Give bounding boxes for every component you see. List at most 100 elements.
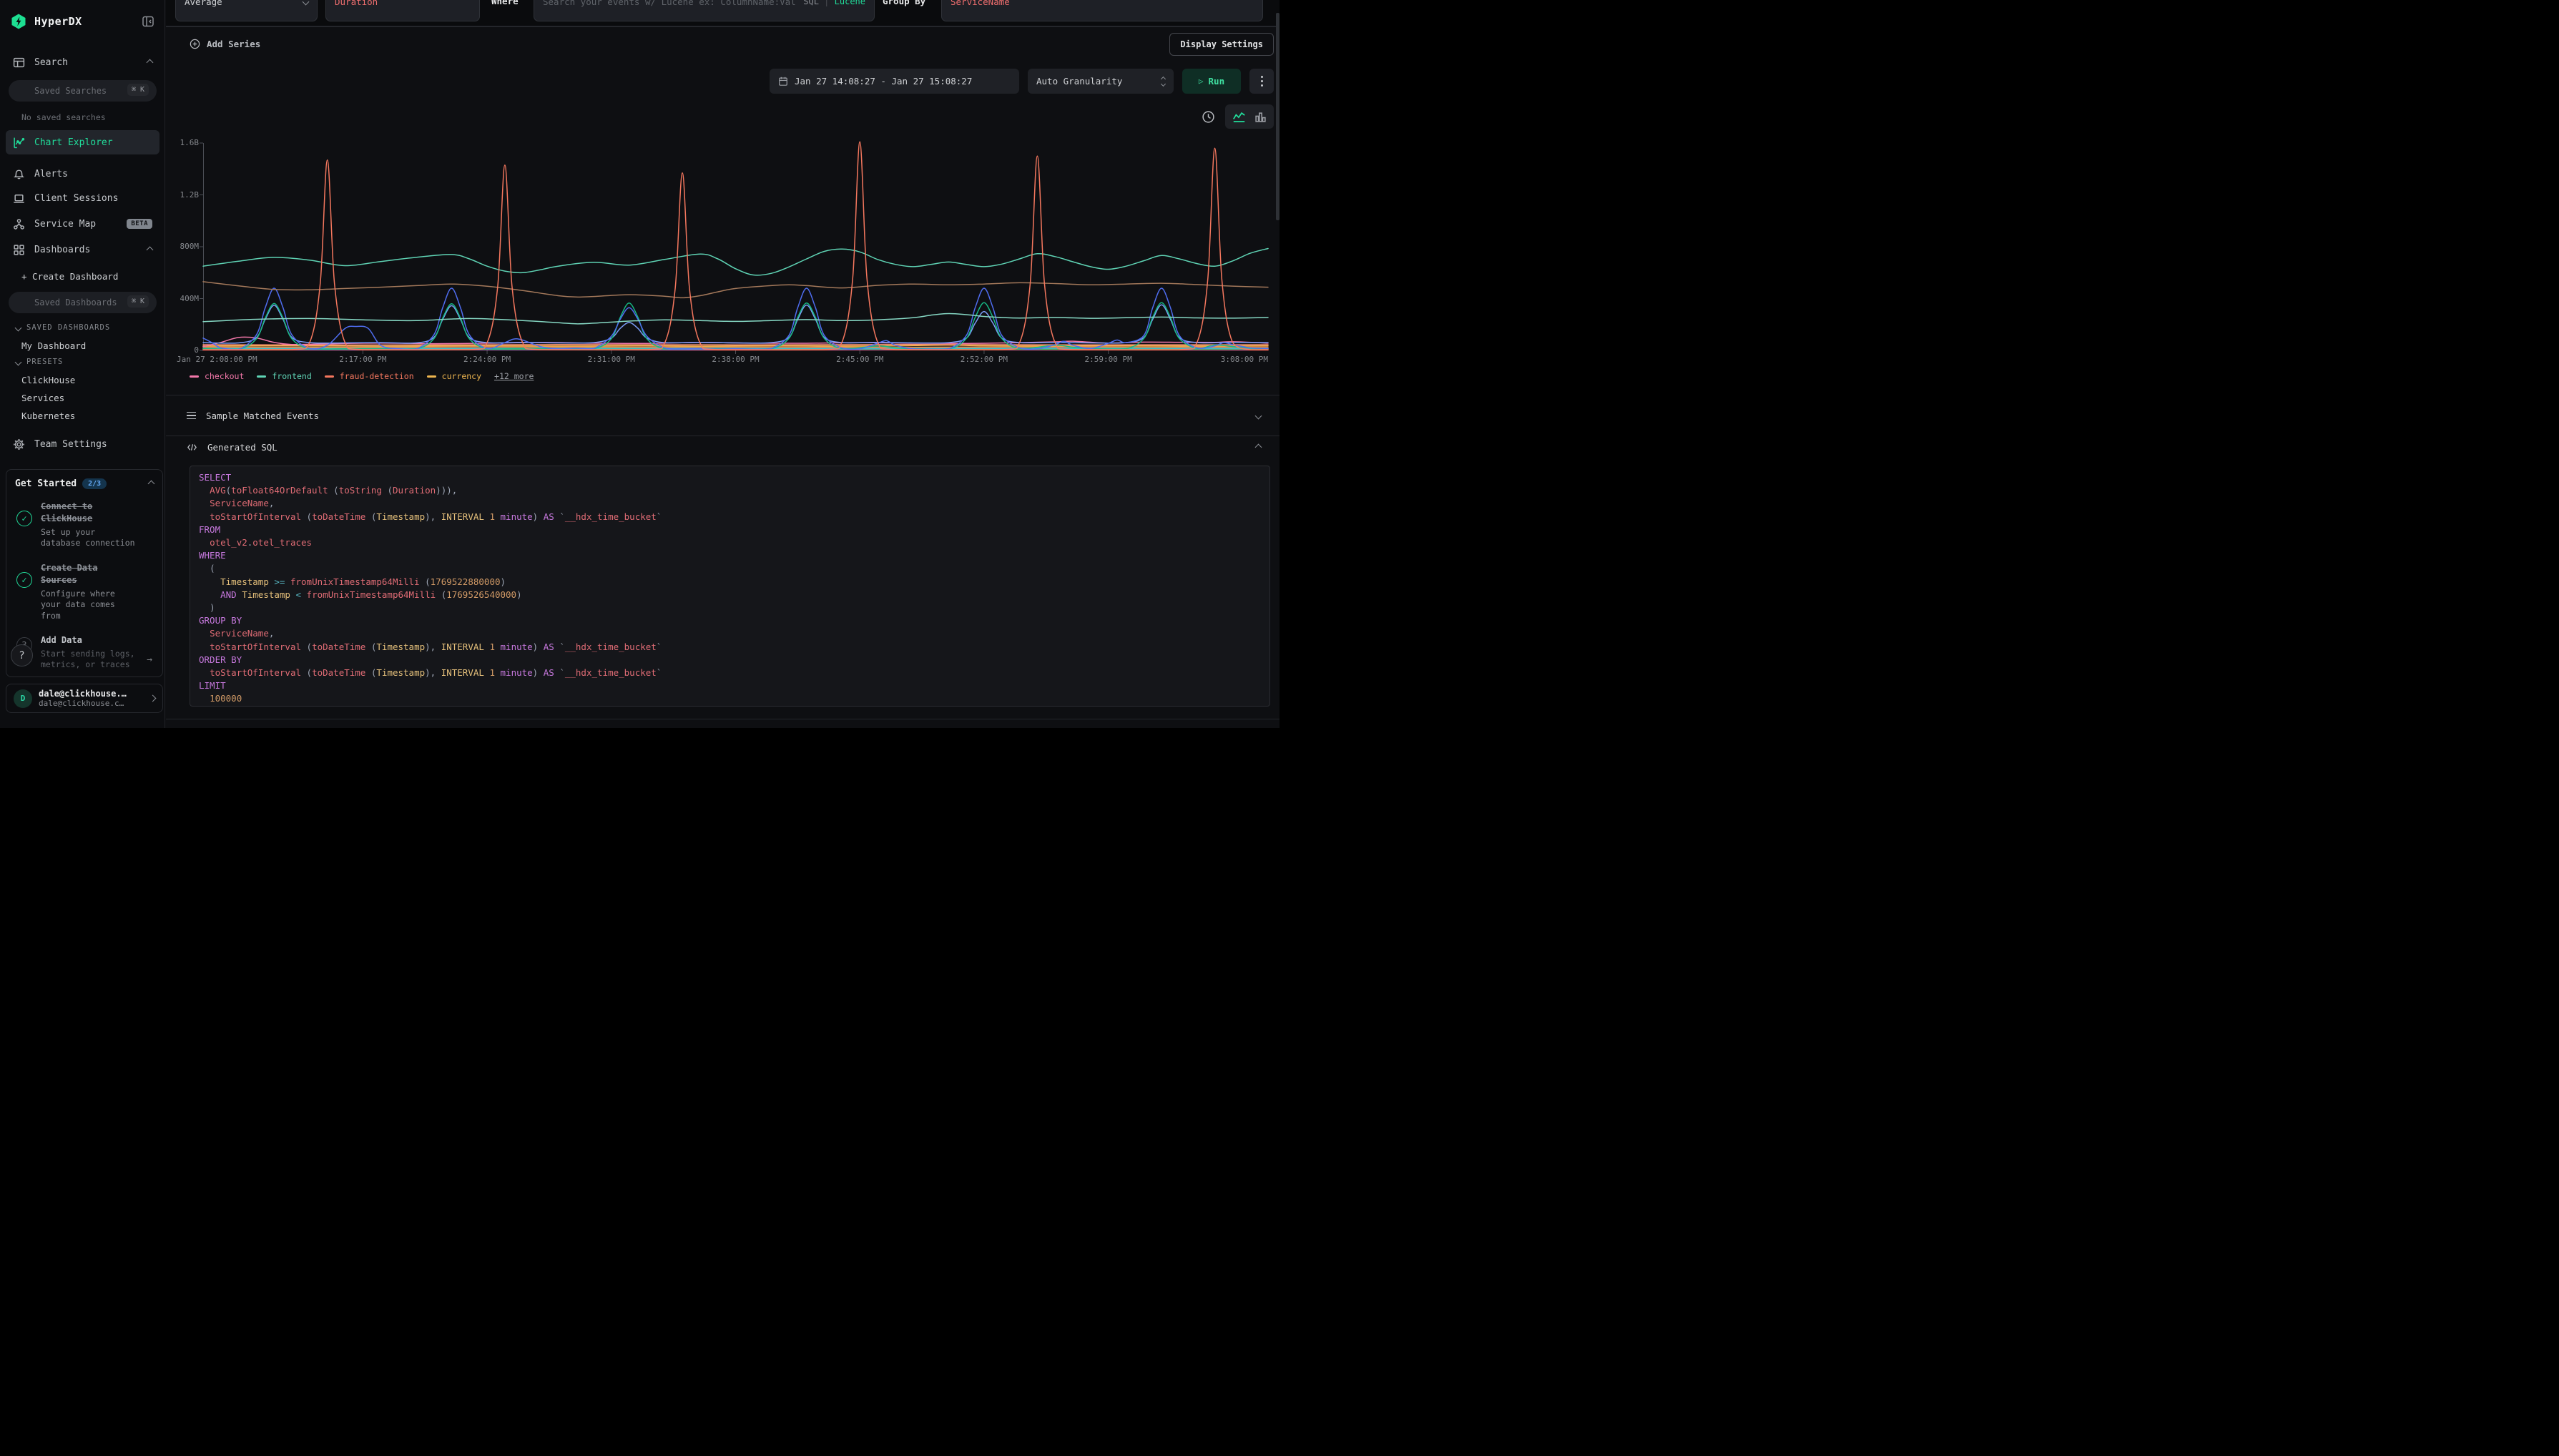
sidebar-item-label: Dashboards xyxy=(34,245,90,255)
clock-icon[interactable] xyxy=(1202,110,1215,124)
run-controls: Jan 27 14:08:27 - Jan 27 15:08:27 Auto G… xyxy=(770,69,1274,94)
get-started-item-title: Add Data xyxy=(41,634,125,646)
granularity-select[interactable]: Auto Granularity xyxy=(1028,69,1174,94)
get-started-card: Get Started 2/3 ✓Connect to ClickHouseSe… xyxy=(6,469,163,677)
chevron-up-icon xyxy=(1255,444,1262,451)
get-started-item[interactable]: ✓Create Data SourcesConfigure where your… xyxy=(6,555,162,627)
legend-item[interactable]: currency xyxy=(427,371,481,381)
sidebar-item-label: Chart Explorer xyxy=(34,137,113,148)
sidebar-item-dashboards[interactable]: Dashboards xyxy=(6,237,159,262)
chevron-down-icon xyxy=(15,358,22,365)
sidebar-preset-item[interactable]: Kubernetes xyxy=(21,407,75,425)
sidebar-preset-item[interactable]: ClickHouse xyxy=(21,371,75,389)
group-by-input[interactable]: ServiceName xyxy=(941,0,1263,21)
legend-item[interactable]: frontend xyxy=(257,371,311,381)
sidebar-item-team-settings[interactable]: Team Settings xyxy=(6,432,159,456)
bell-icon xyxy=(13,168,25,180)
y-axis-label: 1.6B xyxy=(164,138,199,147)
x-axis-label: Jan 27 2:08:00 PM xyxy=(177,355,257,364)
search-placeholder: Search your events w/ Lucene ex: ColumnN… xyxy=(543,0,796,7)
sidebar-item-client-sessions[interactable]: Client Sessions xyxy=(6,186,159,210)
line-chart-toggle-icon[interactable] xyxy=(1232,110,1246,124)
time-series-chart[interactable]: 1.6B1.2B800M400M0Jan 27 2:08:00 PM2:17:0… xyxy=(203,143,1268,350)
sidebar-preset-item[interactable]: Services xyxy=(21,389,75,407)
hyperdx-logo-icon xyxy=(10,13,27,30)
help-button[interactable]: ? xyxy=(11,644,33,666)
legend-more-link[interactable]: +12 more xyxy=(494,371,534,381)
sidebar-item-label: Client Sessions xyxy=(34,193,118,204)
get-started-header[interactable]: Get Started 2/3 xyxy=(6,470,162,493)
y-axis-label: 1.2B xyxy=(164,190,199,200)
legend-item[interactable]: checkout xyxy=(190,371,244,381)
sample-matched-events-section[interactable]: Sample Matched Events xyxy=(166,395,1280,436)
more-options-button[interactable] xyxy=(1249,69,1274,94)
presets-group-header[interactable]: PRESETS xyxy=(16,358,63,366)
get-started-item-title: Connect to ClickHouse xyxy=(41,501,125,526)
where-label: Where xyxy=(491,0,519,6)
generated-sql-section[interactable]: Generated SQL xyxy=(166,436,1280,458)
x-axis-label: 2:38:00 PM xyxy=(712,355,759,364)
time-range-value: Jan 27 14:08:27 - Jan 27 15:08:27 xyxy=(795,76,972,87)
legend-item[interactable]: fraud-detection xyxy=(325,371,414,381)
chart-legend: checkout frontend fraud-detection currency +… xyxy=(190,371,534,381)
search-query-input[interactable]: Search your events w/ Lucene ex: ColumnN… xyxy=(534,0,875,21)
scrollbar-thumb[interactable] xyxy=(1276,13,1280,220)
saved-dashboards-list: My Dashboard xyxy=(21,337,86,355)
aggregation-select[interactable]: Average xyxy=(175,0,318,21)
sidebar-item-alerts[interactable]: Alerts xyxy=(6,162,159,186)
get-started-item[interactable]: ✓Connect to ClickHouseSet up your databa… xyxy=(6,493,162,555)
y-axis-label: 800M xyxy=(164,242,199,251)
chart-type-toggle xyxy=(1225,104,1274,129)
series-line-hidden-6 xyxy=(203,347,1268,348)
list-icon xyxy=(187,412,196,420)
field-input[interactable]: Duration xyxy=(325,0,480,21)
x-axis-label: 2:31:00 PM xyxy=(588,355,635,364)
sidebar-collapse-icon[interactable] xyxy=(141,14,155,29)
add-series-button[interactable]: Add Series xyxy=(190,39,260,49)
get-started-progress-badge: 2/3 xyxy=(82,478,107,489)
plus-circle-icon xyxy=(190,39,200,49)
legend-label: fraud-detection xyxy=(340,371,414,381)
bar-chart-toggle-icon[interactable] xyxy=(1254,111,1267,123)
y-axis-label: 0 xyxy=(164,345,199,355)
line-chart-icon xyxy=(13,137,25,149)
create-dashboard-button[interactable]: + Create Dashboard xyxy=(21,267,118,285)
sidebar-saved-dashboard-item[interactable]: My Dashboard xyxy=(21,337,86,355)
chevron-down-icon xyxy=(303,0,310,5)
gear-icon xyxy=(13,438,25,451)
hyperdx-app: HyperDX Search ⌘ K No saved searches Cha… xyxy=(0,0,1280,728)
laptop-icon xyxy=(13,192,25,205)
sidebar-item-search[interactable]: Search xyxy=(6,50,159,74)
display-settings-button[interactable]: Display Settings xyxy=(1169,33,1274,56)
series-line-hidden-2 xyxy=(203,313,1268,323)
chevron-down-icon xyxy=(15,324,22,331)
x-axis-label: 2:24:00 PM xyxy=(463,355,511,364)
chart-type-controls xyxy=(1202,104,1274,129)
chevron-right-icon xyxy=(149,695,157,702)
chart-canvas[interactable] xyxy=(203,143,1268,350)
presets-list: ClickHouseServicesKubernetes xyxy=(21,371,75,425)
sidebar-item-label: Service Map xyxy=(34,219,96,230)
check-icon: ✓ xyxy=(16,511,32,526)
run-button[interactable]: ▷Run xyxy=(1182,69,1241,94)
sidebar-item-service-map[interactable]: Service Map BETA xyxy=(6,212,159,236)
chevron-up-icon xyxy=(148,481,155,488)
series-line-frontend xyxy=(203,249,1268,275)
get-started-item-title: Create Data Sources xyxy=(41,562,125,587)
beta-badge: BETA xyxy=(127,219,152,229)
x-axis-label: 2:17:00 PM xyxy=(339,355,386,364)
arrow-right-icon: → xyxy=(147,654,152,665)
legend-swatch xyxy=(427,375,436,378)
legend-label: currency xyxy=(442,371,481,381)
time-range-picker[interactable]: Jan 27 14:08:27 - Jan 27 15:08:27 xyxy=(770,69,1019,94)
sidebar-item-chart-explorer[interactable]: Chart Explorer xyxy=(6,130,159,154)
play-icon: ▷ xyxy=(1199,77,1204,86)
sql-lucene-toggle[interactable]: SQL | Lucene xyxy=(803,0,865,6)
query-bar: Average Duration Where Search your event… xyxy=(166,0,1280,26)
saved-dashboards-shortcut: ⌘ K xyxy=(127,295,149,308)
user-menu[interactable]: D dale@clickhouse.… dale@clickhouse.c… xyxy=(6,684,163,713)
chevron-down-icon xyxy=(1255,412,1262,419)
chevron-up-icon xyxy=(147,59,154,66)
saved-dashboards-group-header[interactable]: SAVED DASHBOARDS xyxy=(16,323,110,332)
generated-sql-code: SELECT AVG(toFloat64OrDefault (toString … xyxy=(190,466,1270,707)
